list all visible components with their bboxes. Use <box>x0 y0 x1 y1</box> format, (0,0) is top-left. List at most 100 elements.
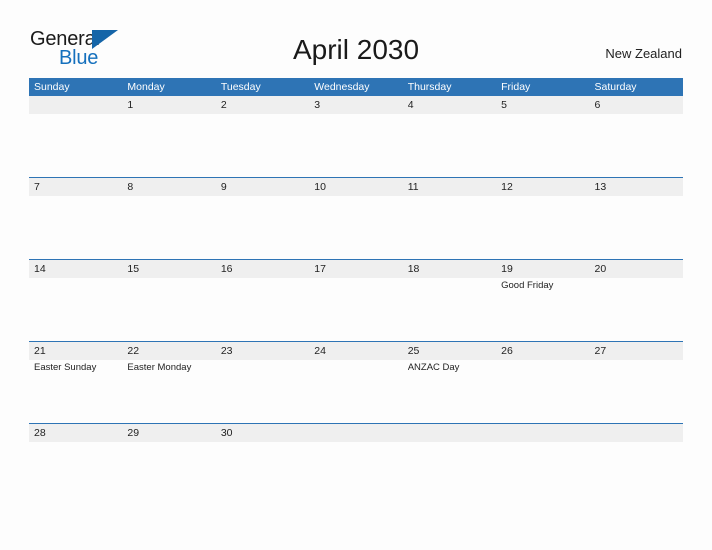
day-number-band <box>122 178 216 196</box>
day-cell-20[interactable]: 20 <box>589 260 683 341</box>
day-cell-empty <box>309 424 403 505</box>
day-number: 25 <box>407 345 420 357</box>
day-cell-13[interactable]: 13 <box>589 178 683 259</box>
day-number: 15 <box>127 263 140 275</box>
day-cell-4[interactable]: 4 <box>402 96 497 177</box>
day-number-band <box>29 178 123 196</box>
calendar-week-row: 21 Easter Sunday 22 Easter Monday 23 24 25 ANZA… <box>29 341 683 423</box>
day-events: Easter Sunday <box>34 361 120 374</box>
day-cell-2[interactable]: 2 <box>215 96 310 177</box>
day-number: 29 <box>127 427 140 439</box>
day-number: 6 <box>594 99 601 111</box>
calendar-week-row: 28 29 30 <box>29 423 683 505</box>
day-cell-30[interactable]: 30 <box>215 424 310 505</box>
day-number-band <box>589 424 683 442</box>
day-cell-18[interactable]: 18 <box>402 260 497 341</box>
calendar-grid: Sunday Monday Tuesday Wednesday Thursday Frid… <box>29 78 683 505</box>
weekday-header-thursday: Thursday <box>407 81 452 93</box>
weekday-header-friday: Friday <box>501 81 531 93</box>
day-events: Easter Monday <box>127 361 213 374</box>
day-number-band <box>496 424 590 442</box>
day-cell-10[interactable]: 10 <box>309 178 403 259</box>
day-cell-14[interactable]: 14 <box>29 260 123 341</box>
day-cell-11[interactable]: 11 <box>402 178 497 259</box>
day-number: 5 <box>501 99 507 111</box>
weekday-header-tuesday: Tuesday <box>220 81 261 93</box>
day-cell-19[interactable]: 19 Good Friday <box>496 260 590 341</box>
holiday-event: Easter Monday <box>127 362 192 373</box>
day-number: 2 <box>220 99 227 111</box>
day-number: 7 <box>34 181 40 193</box>
day-number: 13 <box>594 181 607 193</box>
day-cell-21[interactable]: 21 Easter Sunday <box>29 342 123 423</box>
day-number: 10 <box>314 181 326 193</box>
day-number-band <box>496 96 590 114</box>
day-events: Good Friday <box>501 279 587 292</box>
day-cell-27[interactable]: 27 <box>589 342 683 423</box>
day-number: 16 <box>220 263 233 275</box>
day-number: 28 <box>34 427 46 439</box>
day-number: 14 <box>34 263 46 275</box>
day-number: 8 <box>127 181 134 193</box>
day-cell-6[interactable]: 6 <box>589 96 683 177</box>
day-cell-17[interactable]: 17 <box>309 260 403 341</box>
day-number: 12 <box>501 181 513 193</box>
day-number: 11 <box>407 181 419 193</box>
region-label: New Zealand <box>605 46 682 61</box>
day-number-band <box>29 96 123 114</box>
day-cell-empty <box>402 424 497 505</box>
day-cell-16[interactable]: 16 <box>215 260 310 341</box>
day-number-band <box>309 96 403 114</box>
day-number-band <box>122 96 216 114</box>
day-cell-empty <box>29 96 123 177</box>
day-number: 30 <box>220 427 233 439</box>
day-cell-3[interactable]: 3 <box>309 96 403 177</box>
day-number-band <box>215 96 310 114</box>
day-number: 3 <box>314 99 321 111</box>
day-cell-29[interactable]: 29 <box>122 424 216 505</box>
calendar-weeks: 1 2 3 4 5 6 7 8 9 10 11 12 13 14 15 16 17 18 19 Good Friday… <box>29 96 683 505</box>
day-number: 20 <box>594 263 607 275</box>
day-number: 22 <box>127 345 140 357</box>
holiday-event: Easter Sunday <box>34 362 97 373</box>
day-number: 19 <box>501 263 513 275</box>
day-cell-24[interactable]: 24 <box>309 342 403 423</box>
day-cell-8[interactable]: 8 <box>122 178 216 259</box>
day-cell-22[interactable]: 22 Easter Monday <box>122 342 216 423</box>
weekday-header-sunday: Sunday <box>34 81 70 93</box>
day-number: 24 <box>314 345 326 357</box>
day-cell-25[interactable]: 25 ANZAC Day <box>402 342 497 423</box>
calendar-week-row: 1 2 3 4 5 6 <box>29 96 683 177</box>
day-number: 26 <box>501 345 513 357</box>
day-number: 18 <box>407 263 420 275</box>
day-cell-9[interactable]: 9 <box>215 178 310 259</box>
day-cell-7[interactable]: 7 <box>29 178 123 259</box>
page-header: General Blue April 2030 New Zealand <box>0 0 712 76</box>
weekday-header-saturday: Saturday <box>594 81 637 93</box>
day-cell-15[interactable]: 15 <box>122 260 216 341</box>
day-number-band <box>402 96 497 114</box>
day-number: 23 <box>220 345 233 357</box>
day-events: ANZAC Day <box>408 361 494 374</box>
day-number-band <box>215 178 310 196</box>
day-number-band <box>309 424 403 442</box>
weekday-header-monday: Monday <box>127 81 165 93</box>
day-cell-empty <box>589 424 683 505</box>
day-cell-23[interactable]: 23 <box>215 342 310 423</box>
holiday-event: ANZAC Day <box>407 362 460 373</box>
calendar-week-row: 7 8 9 10 11 12 13 <box>29 177 683 259</box>
holiday-event: Good Friday <box>501 280 554 291</box>
day-number-band <box>589 96 683 114</box>
day-number-band <box>402 424 497 442</box>
day-number: 4 <box>407 99 414 111</box>
weekday-header-row: Sunday Monday Tuesday Wednesday Thursday Frid… <box>29 78 683 96</box>
day-number: 21 <box>34 345 46 357</box>
day-cell-1[interactable]: 1 <box>122 96 216 177</box>
day-cell-28[interactable]: 28 <box>29 424 123 505</box>
day-cell-5[interactable]: 5 <box>496 96 590 177</box>
day-cell-12[interactable]: 12 <box>496 178 590 259</box>
day-number: 9 <box>220 181 227 193</box>
weekday-header-wednesday: Wednesday <box>314 81 370 93</box>
day-number: 27 <box>594 345 607 357</box>
day-cell-26[interactable]: 26 <box>496 342 590 423</box>
